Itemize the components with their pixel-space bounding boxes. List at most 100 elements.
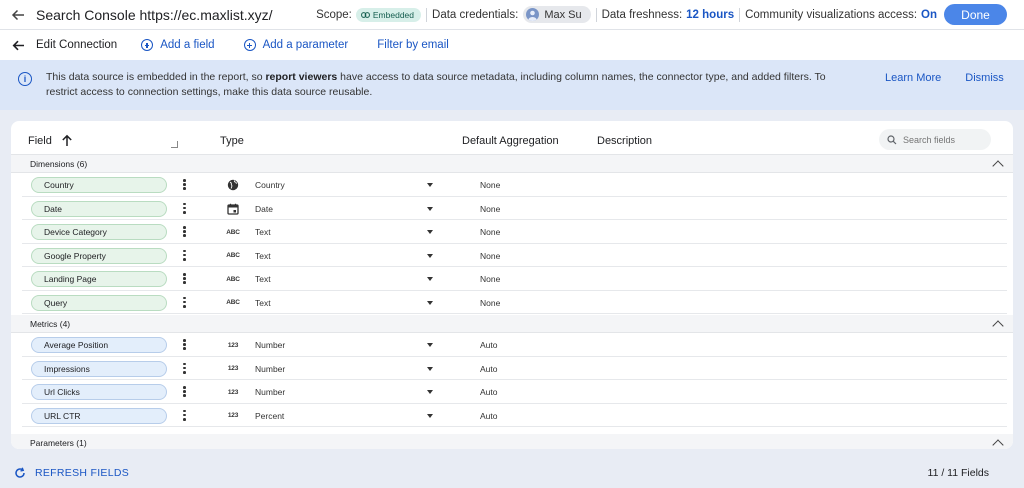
default-aggregation[interactable]: Auto — [480, 411, 498, 421]
field-type[interactable]: Country — [255, 180, 285, 190]
more-vert-icon[interactable] — [183, 226, 186, 237]
done-button[interactable]: Done — [944, 4, 1007, 25]
type-dropdown-icon[interactable] — [427, 277, 433, 281]
scope-chip[interactable]: Embedded — [355, 7, 422, 22]
default-aggregation[interactable]: None — [480, 180, 500, 190]
field-type[interactable]: Text — [255, 298, 271, 308]
type-dropdown-icon[interactable] — [427, 206, 433, 211]
dimensions-section-header[interactable]: Dimensions (6) — [11, 155, 1013, 173]
table-row: Device Category ABC Text None — [22, 220, 1007, 244]
column-resize-icon[interactable] — [171, 141, 178, 148]
scope-section: Scope: Embedded — [316, 7, 422, 22]
field-name-pill[interactable]: Date — [31, 200, 167, 217]
type-dropdown-icon[interactable] — [427, 390, 433, 394]
field-name-pill[interactable]: Country — [31, 177, 167, 193]
metrics-section-header[interactable]: Metrics (4) — [11, 315, 1013, 333]
parameters-section-header[interactable]: Parameters (1) — [11, 434, 1013, 449]
field-name-pill[interactable]: URL CTR — [31, 407, 167, 424]
table-row: URL CTR 123 Percent Auto — [22, 404, 1007, 427]
type-dropdown-icon[interactable] — [427, 366, 433, 371]
type-glyph: 123 — [227, 341, 239, 349]
scope-value: Embedded — [372, 9, 415, 20]
type-dropdown-icon[interactable] — [427, 300, 433, 305]
text-type-icon: ABC — [226, 273, 240, 285]
parameters-label: Parameters (1) — [30, 438, 87, 448]
field-type[interactable]: Text — [255, 274, 271, 284]
field-type[interactable]: Date — [255, 204, 273, 214]
back-arrow-icon[interactable] — [0, 39, 36, 52]
type-dropdown-icon[interactable] — [427, 230, 433, 234]
field-name-pill[interactable]: Query — [31, 294, 167, 311]
data-source-title[interactable]: Search Console https://ec.maxlist.xyz/ — [36, 7, 273, 23]
more-vert-icon[interactable] — [183, 296, 186, 308]
default-aggregation[interactable]: Auto — [480, 387, 498, 397]
field-column-header[interactable]: Field — [28, 135, 52, 147]
table-header: Field Type Default Aggregation Descripti… — [11, 121, 1013, 155]
field-type[interactable]: Number — [255, 340, 285, 350]
field-name-pill[interactable]: Url Clicks — [31, 384, 167, 400]
chevron-up-icon[interactable] — [992, 439, 1004, 449]
default-aggregation[interactable]: Auto — [480, 364, 498, 374]
edit-connection-link[interactable]: Edit Connection — [36, 39, 117, 51]
learn-more-link[interactable]: Learn More — [885, 72, 941, 84]
chevron-up-icon[interactable] — [992, 160, 1004, 172]
default-aggregation[interactable]: None — [480, 274, 500, 284]
field-type[interactable]: Text — [255, 227, 271, 237]
filter-by-email-button[interactable]: Filter by email — [377, 39, 449, 51]
default-aggregation[interactable]: None — [480, 298, 500, 308]
more-vert-icon[interactable] — [183, 273, 186, 284]
freshness-section[interactable]: Data freshness: 12 hours — [602, 9, 734, 21]
sort-ascending-icon[interactable] — [61, 134, 73, 150]
default-aggregation[interactable]: None — [480, 251, 500, 261]
field-name-pill[interactable]: Average Position — [31, 337, 167, 353]
field-name-pill[interactable]: Google Property — [31, 247, 167, 264]
field-name-pill[interactable]: Device Category — [31, 224, 167, 240]
dimensions-label: Dimensions (6) — [30, 159, 88, 169]
more-vert-icon[interactable] — [183, 179, 186, 190]
type-dropdown-icon[interactable] — [427, 253, 433, 258]
description-column-header: Description — [597, 135, 653, 147]
more-vert-icon[interactable] — [183, 362, 186, 374]
freshness-value[interactable]: 12 hours — [686, 9, 734, 21]
calendar-icon — [226, 203, 240, 215]
default-aggregation[interactable]: None — [480, 227, 500, 237]
type-dropdown-icon[interactable] — [427, 413, 433, 418]
field-type[interactable]: Text — [255, 251, 271, 261]
search-fields-box[interactable] — [879, 129, 991, 150]
field-type[interactable]: Number — [255, 364, 285, 374]
refresh-fields-button[interactable]: REFRESH FIELDS — [14, 467, 129, 479]
more-vert-icon[interactable] — [183, 409, 186, 421]
field-type[interactable]: Number — [255, 387, 285, 397]
credentials-chip[interactable]: Max Su — [523, 6, 591, 23]
text-type-icon: ABC — [226, 250, 240, 262]
chevron-up-icon[interactable] — [992, 320, 1004, 332]
field-type[interactable]: Percent — [255, 411, 284, 421]
search-icon — [887, 134, 897, 144]
type-dropdown-icon[interactable] — [427, 183, 433, 187]
community-section[interactable]: Community visualizations access: On — [745, 9, 937, 21]
type-column-header: Type — [220, 135, 244, 147]
field-name: Query — [44, 297, 68, 308]
community-value[interactable]: On — [921, 9, 937, 21]
field-name-pill[interactable]: Landing Page — [31, 271, 167, 287]
banner-message: This data source is embedded in the repo… — [46, 70, 856, 100]
more-vert-icon[interactable] — [183, 386, 186, 397]
table-row: Country Country None — [22, 173, 1007, 197]
back-arrow-icon[interactable] — [0, 8, 36, 22]
more-vert-icon[interactable] — [183, 202, 186, 214]
search-fields-input[interactable] — [903, 134, 983, 145]
number-type-icon: 123 — [226, 410, 240, 422]
field-name: Device Category — [44, 227, 107, 237]
add-field-button[interactable]: Add a field — [141, 39, 215, 51]
add-parameter-button[interactable]: Add a parameter — [243, 39, 348, 51]
more-vert-icon[interactable] — [183, 339, 186, 350]
divider — [426, 7, 428, 22]
type-dropdown-icon[interactable] — [427, 343, 433, 347]
field-name-pill[interactable]: Impressions — [31, 360, 167, 377]
default-aggregation[interactable]: None — [480, 204, 500, 214]
dismiss-button[interactable]: Dismiss — [965, 72, 1004, 84]
default-aggregation[interactable]: Auto — [480, 340, 498, 350]
more-vert-icon[interactable] — [183, 249, 186, 261]
credentials-section: Data credentials: Max Su — [432, 6, 591, 23]
field-name: Landing Page — [44, 274, 97, 284]
